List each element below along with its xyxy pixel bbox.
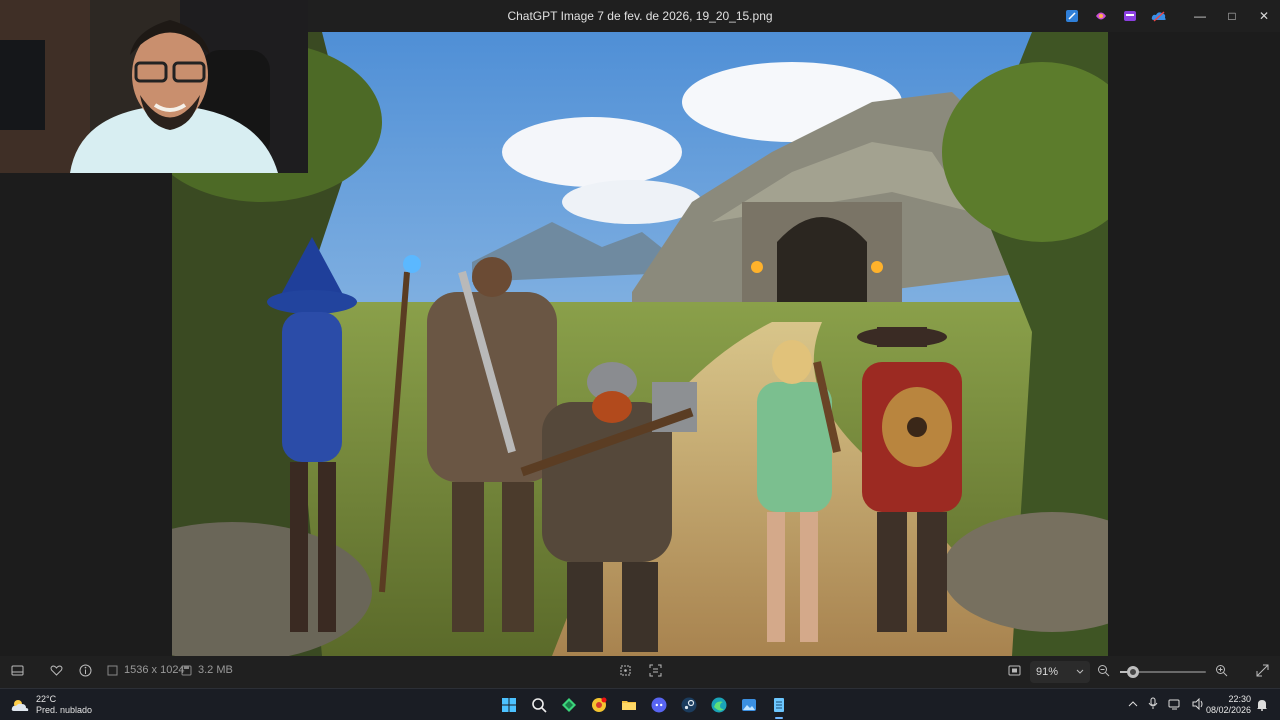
onedrive-icon[interactable] — [1149, 7, 1168, 25]
search-icon — [532, 698, 547, 713]
fullscreen-button[interactable] — [1256, 664, 1269, 677]
cloudy-icon — [11, 700, 29, 711]
chevron-up-icon[interactable] — [1128, 700, 1138, 708]
taskbar-clock[interactable]: 22:30 08/02/2026 — [1206, 694, 1251, 716]
fullscreen-icon — [1256, 664, 1269, 677]
system-tray — [1128, 697, 1205, 710]
fit-to-window-icon — [1008, 665, 1021, 676]
copilot-icon[interactable] — [1091, 7, 1110, 25]
scan-icon — [649, 664, 662, 677]
start-button[interactable] — [498, 693, 520, 717]
taskbar-app-edge[interactable] — [708, 693, 730, 717]
edge-icon — [711, 697, 727, 713]
info-button[interactable] — [79, 664, 92, 677]
webcam-feed — [0, 0, 308, 173]
browser-app-icon — [592, 697, 607, 712]
folder-icon — [622, 701, 636, 710]
taskbar-app-steam[interactable] — [678, 693, 700, 717]
zoom-out-button[interactable] — [1097, 664, 1110, 677]
minimize-button[interactable]: — — [1184, 0, 1216, 32]
filesize-text: 3.2 MB — [198, 664, 233, 676]
volume-icon[interactable] — [1192, 697, 1205, 710]
favorite-button[interactable] — [50, 664, 63, 677]
windows-start-icon — [502, 698, 516, 712]
dimensions-text: 1536 x 1024 — [124, 664, 185, 676]
network-icon[interactable] — [1168, 698, 1182, 710]
notepad-icon — [774, 698, 784, 712]
displayed-image[interactable] — [172, 32, 1108, 656]
window-controls: — □ ✕ — [1184, 0, 1280, 32]
bell-icon — [1257, 700, 1267, 711]
webcam-overlay — [0, 0, 308, 173]
taskbar-app-photos[interactable] — [738, 693, 760, 717]
clock-date: 08/02/2026 — [1206, 705, 1252, 715]
clock-time: 22:30 — [1228, 694, 1251, 704]
crop-icon — [620, 665, 631, 676]
taskbar-app-notepad[interactable] — [768, 693, 790, 719]
microphone-icon[interactable] — [1148, 697, 1158, 710]
info-icon — [79, 664, 92, 677]
zoom-select[interactable]: 91% — [1030, 661, 1090, 683]
zoom-out-icon — [1098, 665, 1110, 677]
fit-button[interactable] — [1008, 664, 1021, 677]
zoom-value: 91% — [1036, 666, 1059, 678]
taskbar-app-file-explorer[interactable] — [618, 693, 640, 717]
file-size: 3.2 MB — [181, 664, 233, 676]
zoom-in-icon — [1216, 665, 1228, 677]
weather-temp: 22°C — [36, 694, 57, 704]
taskbar-app-widgets[interactable] — [558, 693, 580, 717]
weather-widget[interactable]: 22°C Pred. nublado — [10, 694, 92, 716]
text-scan-button[interactable] — [649, 664, 662, 677]
bottom-toolbar: 1536 x 1024 3.2 MB 91% — [0, 656, 1280, 688]
title-actions — [1062, 7, 1168, 25]
close-button[interactable]: ✕ — [1248, 0, 1280, 32]
taskbar-app-browser[interactable] — [588, 693, 610, 717]
weather-desc: Pred. nublado — [36, 705, 93, 715]
steam-icon — [681, 697, 697, 713]
zoom-in-button[interactable] — [1215, 664, 1228, 677]
notifications-button[interactable] — [1256, 698, 1268, 716]
discord-icon — [651, 697, 667, 713]
heart-icon — [50, 665, 63, 676]
edit-icon[interactable] — [1062, 7, 1081, 25]
zoom-slider[interactable] — [1120, 666, 1206, 678]
image-dimensions: 1536 x 1024 — [107, 664, 185, 676]
disk-icon — [181, 665, 192, 675]
chevron-down-icon — [1076, 669, 1084, 674]
filmstrip-icon — [11, 665, 24, 676]
widgets-icon — [562, 698, 576, 712]
clipchamp-icon[interactable] — [1120, 7, 1139, 25]
maximize-button[interactable]: □ — [1216, 0, 1248, 32]
taskbar-apps — [498, 693, 790, 719]
photos-icon — [742, 699, 756, 711]
dimensions-icon — [107, 665, 118, 675]
windows-taskbar: 22°C Pred. nublado 22:30 08/02/2026 — [0, 688, 1280, 720]
zoom-slider-thumb[interactable] — [1127, 666, 1139, 678]
filmstrip-button[interactable] — [11, 664, 24, 677]
taskbar-app-discord[interactable] — [648, 693, 670, 717]
crop-button[interactable] — [619, 664, 632, 677]
fantasy-scene-image — [172, 32, 1108, 656]
search-button[interactable] — [528, 693, 550, 717]
